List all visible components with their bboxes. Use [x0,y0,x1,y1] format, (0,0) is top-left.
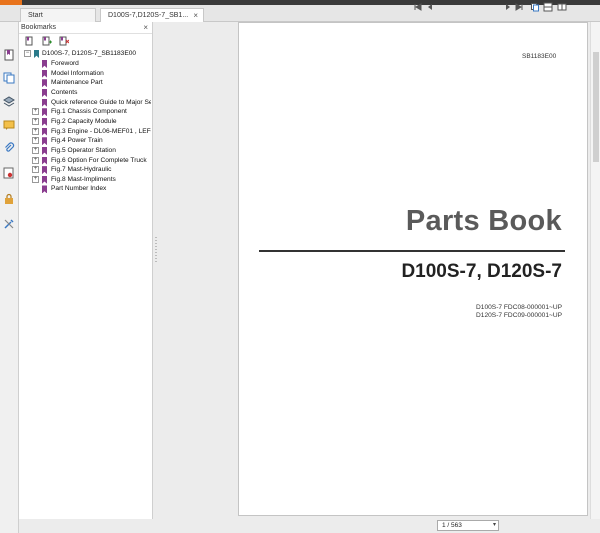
bookmark-item-label: Fig.6 Option For Complete Truck [51,156,147,164]
continuous-view-icon[interactable] [543,2,553,12]
bookmark-icon [42,117,47,126]
bookmark-item-label: Model Information [51,69,104,77]
bookmark-icon [42,146,47,155]
bookmark-icon [42,166,47,175]
panel-splitter [153,22,238,519]
bookmark-item[interactable]: Part Number Index [19,184,153,194]
bookmark-item[interactable]: Maintenance Part [19,78,153,88]
expand-icon[interactable]: + [32,146,39,154]
tab-document-label: D100S-7,D120S-7_SB1... [108,12,189,19]
bookmark-item-label: Fig.8 Mast-Impliments [51,175,116,183]
bookmark-item[interactable]: Foreword [19,59,153,69]
splitter-grip[interactable] [155,237,157,263]
close-panel-icon[interactable]: × [143,22,148,34]
title-divider [259,250,565,252]
bookmark-icon [42,156,47,165]
bookmark-item-label: Fig.2 Capacity Module [51,117,117,125]
bookmark-icon [42,98,47,107]
bookmark-expand-icon[interactable] [25,36,35,46]
tab-start-label: Start [28,12,43,19]
bookmark-item[interactable]: + Fig.6 Option For Complete Truck [19,156,153,166]
bookmark-item[interactable]: Quick reference Guide to Major Se [19,98,153,108]
bookmark-item-label: Fig.4 Power Train [51,137,103,145]
bookmarks-panel-header: Bookmarks × [19,22,152,34]
page-indicator: 1 / 563 [442,522,462,529]
bookmark-item[interactable]: Model Information [19,69,153,79]
page-number-field[interactable]: 1 / 563 ▾ [437,520,499,531]
tools-icon[interactable] [3,218,15,230]
bookmark-root[interactable]: − D100S-7, D120S-7_SB1183E00 [19,49,153,59]
bookmark-item[interactable]: + Fig.4 Power Train [19,136,153,146]
bookmark-item[interactable]: + Fig.8 Mast-Impliments [19,175,153,185]
last-page-icon[interactable] [514,2,524,12]
bookmark-icon [34,50,39,58]
bookmark-item[interactable]: + Fig.1 Chassis Component [19,107,153,117]
expand-icon[interactable]: + [32,117,39,125]
expand-icon[interactable]: + [32,156,39,164]
bookmark-item-label: Contents [51,88,78,96]
expand-icon[interactable]: + [32,137,39,145]
bookmark-panel-icon[interactable] [3,49,15,61]
collapse-icon[interactable]: − [24,50,31,57]
bookmark-item-label: Foreword [51,60,79,67]
bookmark-item[interactable]: + Fig.3 Engine - DL06-MEF01 , LEF0: [19,127,153,137]
signature-icon[interactable] [3,167,15,179]
bookmark-item[interactable]: + Fig.2 Capacity Module [19,117,153,127]
pdf-page: SB1183E00 Parts Book D100S-7, D120S-7 D1… [238,22,588,516]
close-icon[interactable]: × [193,9,198,22]
bookmarks-panel: Bookmarks × − D100S-7, D120S-7_SB1183E00 F… [19,22,153,519]
security-lock-icon[interactable] [3,193,15,205]
bookmark-icon [42,175,47,184]
document-code: SB1183E00 [522,53,557,60]
bookmarks-panel-title: Bookmarks [21,24,57,31]
first-page-icon[interactable] [413,2,423,12]
bookmarks-toolbar [19,34,152,49]
bookmark-item-label: Quick reference Guide to Major Se [51,98,151,106]
tab-document[interactable]: D100S-7,D120S-7_SB1... × [100,8,204,22]
bookmark-icon [42,137,47,146]
bookmark-item-label: Fig.5 Operator Station [51,146,116,154]
bookmark-item[interactable]: + Fig.5 Operator Station [19,146,153,156]
bookmark-icon [42,79,47,88]
expand-icon[interactable]: + [32,108,39,116]
bookmark-icon [42,88,47,97]
bookmark-item-label: Part Number Index [51,185,107,193]
pages-icon[interactable] [3,72,15,84]
document-title: Parts Book [405,205,562,237]
tab-start[interactable]: Start [20,8,96,22]
attachment-icon[interactable] [3,142,15,154]
bookmark-item-label: Fig.7 Mast-Hydraulic [51,166,112,174]
bookmark-icon [42,127,47,136]
chevron-down-icon[interactable]: ▾ [493,521,496,530]
serial-line-2: D120S-7 FDC09-000001~UP [476,312,562,319]
bookmark-root-label: D100S-7, D120S-7_SB1183E00 [42,50,137,57]
bookmark-item-label: Maintenance Part [51,79,103,87]
bookmark-item[interactable]: + Fig.7 Mast-Hydraulic [19,165,153,175]
serial-line-1: D100S-7 FDC08-000001~UP [476,304,562,311]
bookmark-icon [42,60,47,68]
comments-icon[interactable] [3,119,15,131]
expand-icon[interactable]: + [32,175,39,183]
navigation-sidebar [0,22,19,533]
vertical-scrollbar[interactable] [590,22,600,519]
model-names: D100S-7, D120S-7 [401,261,562,282]
bookmark-item-label: Fig.3 Engine - DL06-MEF01 , LEF0: [51,127,151,135]
bookmark-icon [42,108,47,117]
bookmark-item-label: Fig.1 Chassis Component [51,108,127,116]
bookmark-icon [42,69,47,78]
single-page-view-icon[interactable] [530,2,540,12]
facing-view-icon[interactable] [557,2,567,12]
bookmark-icon [42,185,47,194]
layers-icon[interactable] [3,95,15,107]
expand-icon[interactable]: + [32,127,39,135]
bookmark-delete-icon[interactable] [59,36,69,46]
bookmark-add-icon[interactable] [42,36,52,46]
next-page-icon[interactable] [503,2,513,12]
scrollbar-thumb[interactable] [593,52,599,162]
expand-icon[interactable]: + [32,166,39,174]
previous-page-icon[interactable] [425,2,435,12]
status-bar [153,519,600,533]
bookmark-item[interactable]: Contents [19,88,153,98]
